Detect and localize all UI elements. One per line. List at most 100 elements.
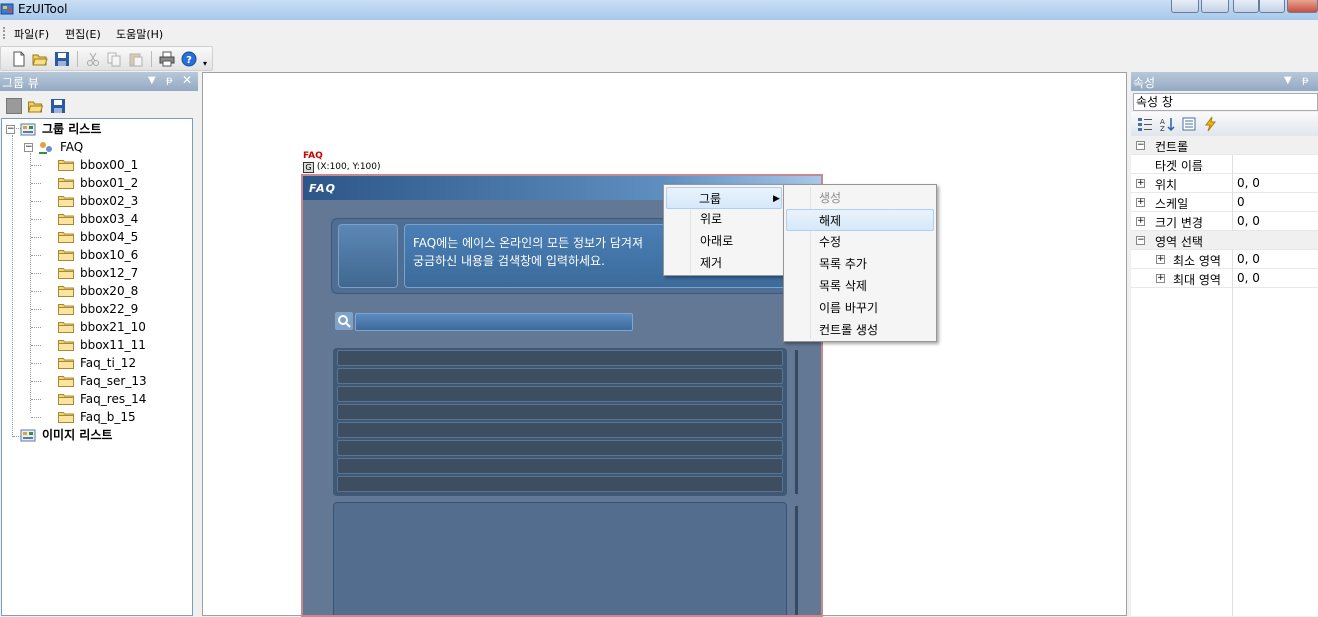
- expand-icon[interactable]: +: [1156, 274, 1165, 283]
- faq-result-scrollbar[interactable]: [795, 506, 798, 615]
- property-pages-icon[interactable]: [1181, 116, 1197, 132]
- faq-list-row[interactable]: [337, 368, 783, 384]
- new-group-icon[interactable]: [6, 98, 22, 114]
- property-row-resize[interactable]: + 크기 변경 0, 0: [1131, 212, 1318, 231]
- expand-icon[interactable]: +: [1156, 255, 1165, 264]
- menu-item-remove[interactable]: 제거: [666, 252, 782, 274]
- tree-item[interactable]: Faq_ser_13: [31, 372, 182, 390]
- help-icon[interactable]: ?: [181, 51, 197, 67]
- open-folder-icon[interactable]: [32, 51, 48, 67]
- save-icon[interactable]: [54, 51, 70, 67]
- window-title: EzUITool: [18, 2, 68, 16]
- tree-item[interactable]: bbox20_8: [31, 282, 182, 300]
- tree-item[interactable]: bbox21_10: [31, 318, 182, 336]
- submenu-item-release[interactable]: 해제: [786, 209, 934, 231]
- categorized-icon[interactable]: [1137, 116, 1153, 132]
- property-row-scale[interactable]: + 스케일 0: [1131, 193, 1318, 212]
- tree-item[interactable]: bbox02_3: [31, 192, 182, 210]
- submenu-item-add-list[interactable]: 목록 추가: [786, 253, 934, 275]
- restore-prev-button[interactable]: [1171, 0, 1199, 13]
- new-file-icon[interactable]: [11, 51, 27, 67]
- property-category-control[interactable]: − 컨트롤: [1131, 136, 1318, 155]
- tree-root-image-list[interactable]: 이미지 리스트: [20, 426, 190, 444]
- toolbar-overflow-icon[interactable]: ▾: [203, 59, 207, 68]
- paste-icon[interactable]: [128, 51, 144, 67]
- tree-item-label: bbox00_1: [80, 158, 139, 172]
- copy-icon[interactable]: [106, 51, 122, 67]
- faq-list-row[interactable]: [337, 386, 783, 402]
- print-icon[interactable]: [159, 51, 175, 67]
- submenu-item-create-control[interactable]: 컨트롤 생성: [786, 319, 934, 341]
- menu-item-up[interactable]: 위로: [666, 208, 782, 230]
- property-value[interactable]: 0, 0: [1237, 271, 1260, 285]
- pin-icon[interactable]: ᵽ: [1302, 75, 1309, 86]
- maximize-button[interactable]: [1259, 0, 1285, 13]
- faq-list-row[interactable]: [337, 476, 783, 492]
- properties-toolbar: A Z: [1131, 112, 1318, 136]
- tree-item[interactable]: bbox04_5: [31, 228, 182, 246]
- faq-search-input[interactable]: [355, 313, 633, 331]
- control-handle-icon[interactable]: G: [303, 162, 314, 173]
- design-canvas[interactable]: FAQ G (X:100, Y:100) FAQ FAQ에는 에이스 온라인의 …: [202, 72, 1127, 617]
- collapse-icon[interactable]: −: [24, 143, 33, 152]
- faq-list-row[interactable]: [337, 350, 783, 366]
- open-folder-icon[interactable]: [27, 98, 44, 114]
- property-value[interactable]: 0, 0: [1237, 176, 1260, 190]
- faq-list-scrollbar[interactable]: [795, 350, 798, 494]
- expand-icon[interactable]: +: [1136, 198, 1145, 207]
- tree-item[interactable]: bbox03_4: [31, 210, 182, 228]
- menu-file[interactable]: 파일(F): [14, 26, 49, 42]
- faq-list-row[interactable]: [337, 404, 783, 420]
- menu-edit[interactable]: 편집(E): [65, 26, 101, 42]
- property-value[interactable]: 0: [1237, 195, 1245, 209]
- collapse-icon[interactable]: −: [1136, 236, 1145, 245]
- cut-icon[interactable]: [85, 51, 101, 67]
- save-icon[interactable]: [50, 98, 66, 114]
- tree-group-faq[interactable]: − FAQ: [24, 138, 184, 156]
- tree-root-group-list[interactable]: − 그룹 리스트: [6, 120, 186, 138]
- submenu-item-edit[interactable]: 수정: [786, 231, 934, 253]
- property-category-region[interactable]: − 영역 선택: [1131, 231, 1318, 250]
- tree-item[interactable]: bbox00_1: [31, 156, 182, 174]
- collapse-icon[interactable]: −: [6, 125, 15, 134]
- faq-list-row[interactable]: [337, 422, 783, 438]
- close-icon[interactable]: ✕: [182, 73, 192, 87]
- property-value[interactable]: 0, 0: [1237, 214, 1260, 228]
- sort-alphabetical-icon[interactable]: A Z: [1159, 116, 1175, 132]
- faq-list-row[interactable]: [337, 458, 783, 474]
- pin-icon[interactable]: ᵽ: [166, 75, 173, 86]
- events-icon[interactable]: [1203, 116, 1219, 132]
- property-row-target-name[interactable]: 타겟 이름: [1131, 155, 1318, 174]
- menu-help[interactable]: 도움말(H): [116, 26, 163, 42]
- menu-item-group[interactable]: 그룹 ▶: [666, 187, 782, 209]
- group-list-icon: [20, 123, 36, 136]
- tree-item-label: bbox04_5: [80, 230, 139, 244]
- submenu-item-rename[interactable]: 이름 바꾸기: [786, 297, 934, 319]
- faq-list-row[interactable]: [337, 440, 783, 456]
- tree-item[interactable]: bbox11_11: [31, 336, 182, 354]
- minimize-button[interactable]: [1233, 0, 1259, 13]
- folder-icon: [58, 358, 74, 369]
- property-row-max-region[interactable]: + 최대 영역 0, 0: [1131, 269, 1318, 288]
- property-value[interactable]: 0, 0: [1237, 252, 1260, 266]
- submenu-item-delete-list[interactable]: 목록 삭제: [786, 275, 934, 297]
- menu-item-down[interactable]: 아래로: [666, 230, 782, 252]
- collapse-icon[interactable]: −: [1136, 141, 1145, 150]
- dropdown-icon[interactable]: ▼: [148, 75, 156, 86]
- property-row-min-region[interactable]: + 최소 영역 0, 0: [1131, 250, 1318, 269]
- dropdown-icon[interactable]: ▼: [1284, 75, 1292, 86]
- tree-item[interactable]: Faq_ti_12: [31, 354, 182, 372]
- submenu-item-create[interactable]: 생성: [786, 187, 934, 209]
- expand-icon[interactable]: +: [1136, 179, 1145, 188]
- close-button[interactable]: [1287, 0, 1318, 13]
- tree-item[interactable]: bbox12_7: [31, 264, 182, 282]
- tree-item[interactable]: Faq_b_15: [31, 408, 182, 426]
- property-row-position[interactable]: + 위치 0, 0: [1131, 174, 1318, 193]
- tree-item[interactable]: Faq_res_14: [31, 390, 182, 408]
- tree-item[interactable]: bbox22_9: [31, 300, 182, 318]
- properties-object-select[interactable]: 속성 창: [1133, 93, 1318, 111]
- tree-item[interactable]: bbox10_6: [31, 246, 182, 264]
- pin-window-button[interactable]: [1201, 0, 1229, 13]
- tree-item[interactable]: bbox01_2: [31, 174, 182, 192]
- expand-icon[interactable]: +: [1136, 217, 1145, 226]
